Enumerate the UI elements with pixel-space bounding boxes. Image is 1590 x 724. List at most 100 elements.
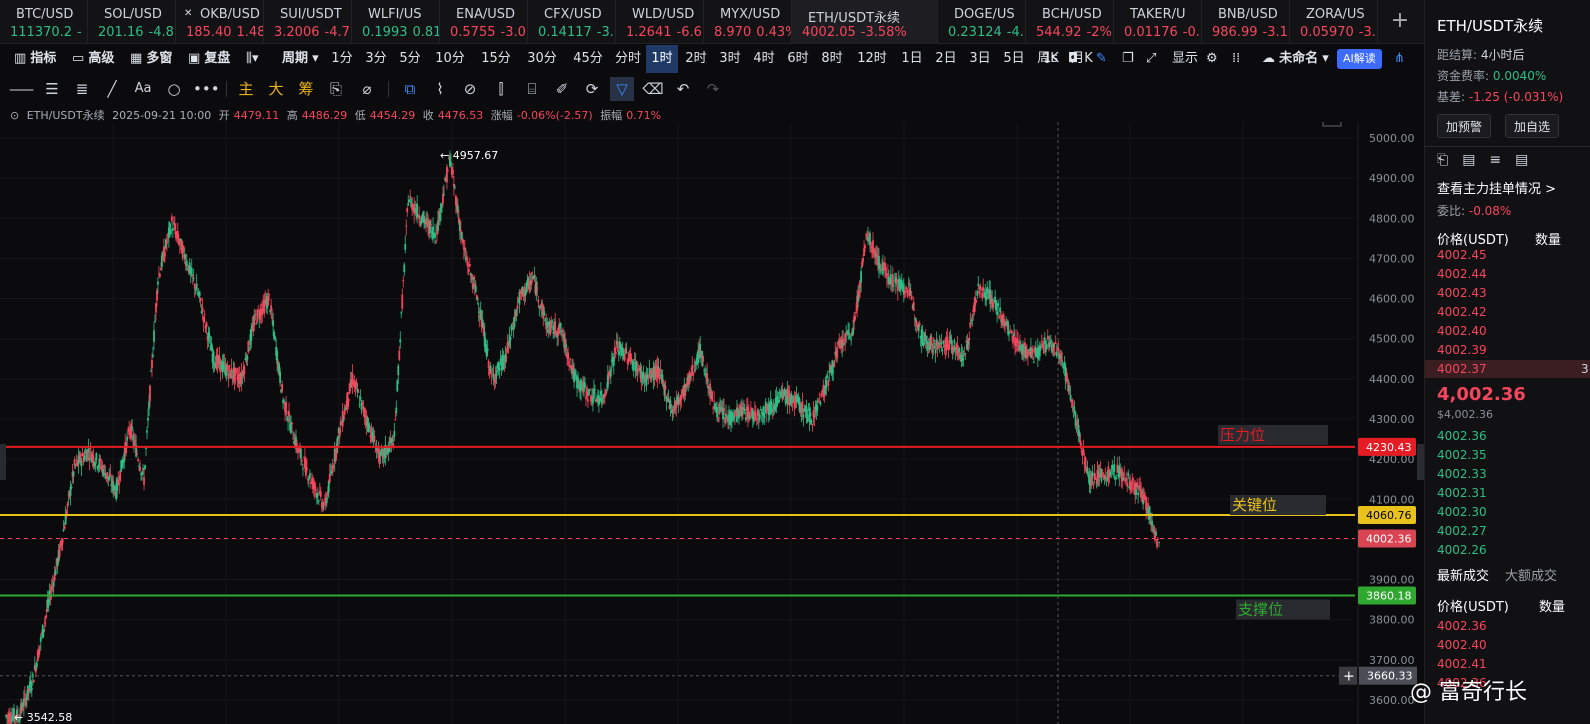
pencil-icon[interactable]: ✎ <box>1096 45 1107 73</box>
ask-price[interactable]: 4002.40 <box>1437 324 1487 338</box>
indicator-button[interactable]: ▥ 指标 <box>14 45 56 73</box>
bid-price[interactable]: 4002.26 <box>1437 543 1487 557</box>
magnet-icon[interactable]: ⎘ <box>324 77 348 101</box>
bid-price[interactable]: 4002.30 <box>1437 505 1487 519</box>
symbol-tab[interactable]: CFX/USD 0.14117 -3. <box>528 0 616 44</box>
brush-icon[interactable]: ⟳ <box>580 77 604 101</box>
text-tool-icon[interactable]: Aa <box>131 77 155 101</box>
circle-tool-icon[interactable]: ○ <box>162 77 186 101</box>
interval-4[interactable]: 15分 <box>474 45 518 73</box>
camera-icon[interactable]: ◘ <box>1068 45 1078 73</box>
interval-10[interactable]: 3时 <box>714 45 746 73</box>
ruler-icon[interactable]: ⌇ <box>428 77 452 101</box>
chip-toggle[interactable]: 筹 <box>294 77 318 101</box>
trade-price[interactable]: 4002.40 <box>1437 638 1487 652</box>
collapse-icon[interactable]: ⊙ <box>10 109 19 122</box>
measure-icon[interactable]: ⊘ <box>458 77 482 101</box>
ask-price[interactable]: 4002.42 <box>1437 305 1487 319</box>
note-icon[interactable]: ✐ <box>550 77 574 101</box>
undo-icon[interactable]: ↶ <box>671 77 695 101</box>
symbol-tab[interactable]: SOL/USD 201.16 -4.8 <box>88 0 176 44</box>
interval-17[interactable]: 3日 <box>964 45 996 73</box>
trade-price[interactable]: 4002.36 <box>1437 619 1487 633</box>
price-chart[interactable]: 3600.003700.003800.003900.004000.004100.… <box>0 122 1424 724</box>
interval-12[interactable]: 6时 <box>782 45 814 73</box>
symbol-tab[interactable]: BTC/USD 111370.2- <box>0 0 88 44</box>
symbol-tab[interactable]: ENA/USD 0.5755 -3.0 <box>440 0 528 44</box>
whale-orders-link[interactable]: 查看主力挂单情况 > <box>1437 178 1556 197</box>
interval-18[interactable]: 5日 <box>998 45 1030 73</box>
interval-15[interactable]: 1日 <box>896 45 928 73</box>
horizontal-line-icon[interactable]: ⸺ <box>9 77 34 101</box>
interval-9[interactable]: 2时 <box>680 45 712 73</box>
cloud-icon[interactable]: ☁ 未命名 ▾ <box>1262 45 1329 73</box>
interval-14[interactable]: 12时 <box>850 45 894 73</box>
share-icon[interactable]: ⋔ <box>1394 45 1405 73</box>
symbol-tab[interactable]: BNB/USD 986.99 -3.1 <box>1202 0 1290 44</box>
orderbook-view-icons[interactable]: ⎗▤≡▤ <box>1437 152 1542 168</box>
interval-6[interactable]: 45分 <box>566 45 610 73</box>
bid-price[interactable]: 4002.27 <box>1437 524 1487 538</box>
ask-price[interactable]: 4002.44 <box>1437 267 1487 281</box>
symbol-tab[interactable]: WLFI/US 0.1993 0.81 <box>352 0 440 44</box>
bid-price[interactable]: 4002.33 <box>1437 467 1487 481</box>
trash-icon[interactable]: ⌫ <box>641 77 665 101</box>
interval-1[interactable]: 3分 <box>360 45 392 73</box>
display-button[interactable]: 显示 <box>1172 45 1198 73</box>
close-icon[interactable]: ✕ <box>184 8 192 19</box>
symbol-tab[interactable]: TAKER/U 0.01176 -0. <box>1114 0 1202 44</box>
ask-price[interactable]: 4002.39 <box>1437 343 1487 357</box>
trend-line-icon[interactable]: ╱ <box>100 77 124 101</box>
symbol-tab[interactable]: ETH/USDT永续 4002.05 -3.58% <box>792 0 938 44</box>
advanced-button[interactable]: ▭ 高级 <box>72 45 114 73</box>
interval-7[interactable]: 分时 <box>612 45 644 73</box>
period-dropdown[interactable]: 周期 ▾ <box>282 45 319 73</box>
replay-button[interactable]: ▣ 复盘 <box>188 45 230 73</box>
interval-2[interactable]: 5分 <box>394 45 426 73</box>
horizontal-lines-icon[interactable]: ☰ <box>40 77 64 101</box>
ask-price[interactable]: 4002.45 <box>1437 248 1487 262</box>
more-tools-icon[interactable]: ••• <box>193 77 220 101</box>
candle-type-icon[interactable]: ⫼▾ <box>246 45 259 73</box>
grid-icon[interactable]: ⁞⁞ <box>1232 45 1240 73</box>
tab-large-trades[interactable]: 大额成交 <box>1505 565 1557 584</box>
symbol-tab[interactable]: ZORA/US 0.05970 -3. <box>1290 0 1378 44</box>
settings-icon[interactable]: ⚙ <box>1206 45 1218 73</box>
add-alert-button[interactable]: 加预警 <box>1437 114 1491 138</box>
symbol-tab[interactable]: BCH/USD 544.92 -2% <box>1026 0 1114 44</box>
big-order-toggle[interactable]: 大 <box>264 77 288 101</box>
main-indicator-toggle[interactable]: 主 <box>234 77 258 101</box>
bid-price[interactable]: 4002.36 <box>1437 429 1487 443</box>
interval-11[interactable]: 4时 <box>748 45 780 73</box>
interval-16[interactable]: 2日 <box>930 45 962 73</box>
interval-13[interactable]: 8时 <box>816 45 848 73</box>
bid-price[interactable]: 4002.35 <box>1437 448 1487 462</box>
tab-latest-trades[interactable]: 最新成交 <box>1437 565 1489 584</box>
multi-window-button[interactable]: ▦ 多窗 <box>130 45 172 73</box>
window-icon[interactable]: ❐ <box>1122 45 1134 73</box>
symbol-tab[interactable]: ✕ OKB/USD 185.40 1.48 <box>176 0 264 44</box>
interval-0[interactable]: 1分 <box>326 45 358 73</box>
ask-price[interactable]: 4002.43 <box>1437 286 1487 300</box>
ask-price[interactable]: 4002.37 <box>1437 362 1487 376</box>
expand-icon[interactable]: ⤢ <box>1146 45 1156 73</box>
fib-lines-icon[interactable]: ≣ <box>70 77 94 101</box>
symbol-tab[interactable]: DOGE/US 0.23124 -4. <box>938 0 1026 44</box>
add-tab-icon[interactable]: + <box>1385 8 1415 33</box>
bid-price[interactable]: 4002.31 <box>1437 486 1487 500</box>
ai-analysis-button[interactable]: AI解读 <box>1337 49 1382 69</box>
add-favorite-button[interactable]: 加自选 <box>1505 114 1559 138</box>
trade-price[interactable]: 4002.41 <box>1437 657 1487 671</box>
eraser-icon[interactable]: ⌀ <box>355 77 379 101</box>
copy-icon[interactable]: ⧉ <box>398 77 422 101</box>
interval-5[interactable]: 30分 <box>520 45 564 73</box>
interval-8[interactable]: 1时 <box>646 45 678 73</box>
interval-3[interactable]: 10分 <box>428 45 472 73</box>
candles-icon[interactable]: ⫿ <box>489 77 513 101</box>
symbol-tab[interactable]: MYX/USD 8.970 0.43% <box>704 0 792 44</box>
symbol-tab[interactable]: WLD/USD 1.2641 -6.6 <box>616 0 704 44</box>
interval-1s[interactable]: 1s <box>1043 45 1058 73</box>
clipboard-icon[interactable]: ⌸ <box>520 77 544 101</box>
symbol-tab[interactable]: SUI/USDT 3.2006 -4.7 <box>264 0 352 44</box>
filter-icon[interactable]: ▽ <box>610 77 634 101</box>
